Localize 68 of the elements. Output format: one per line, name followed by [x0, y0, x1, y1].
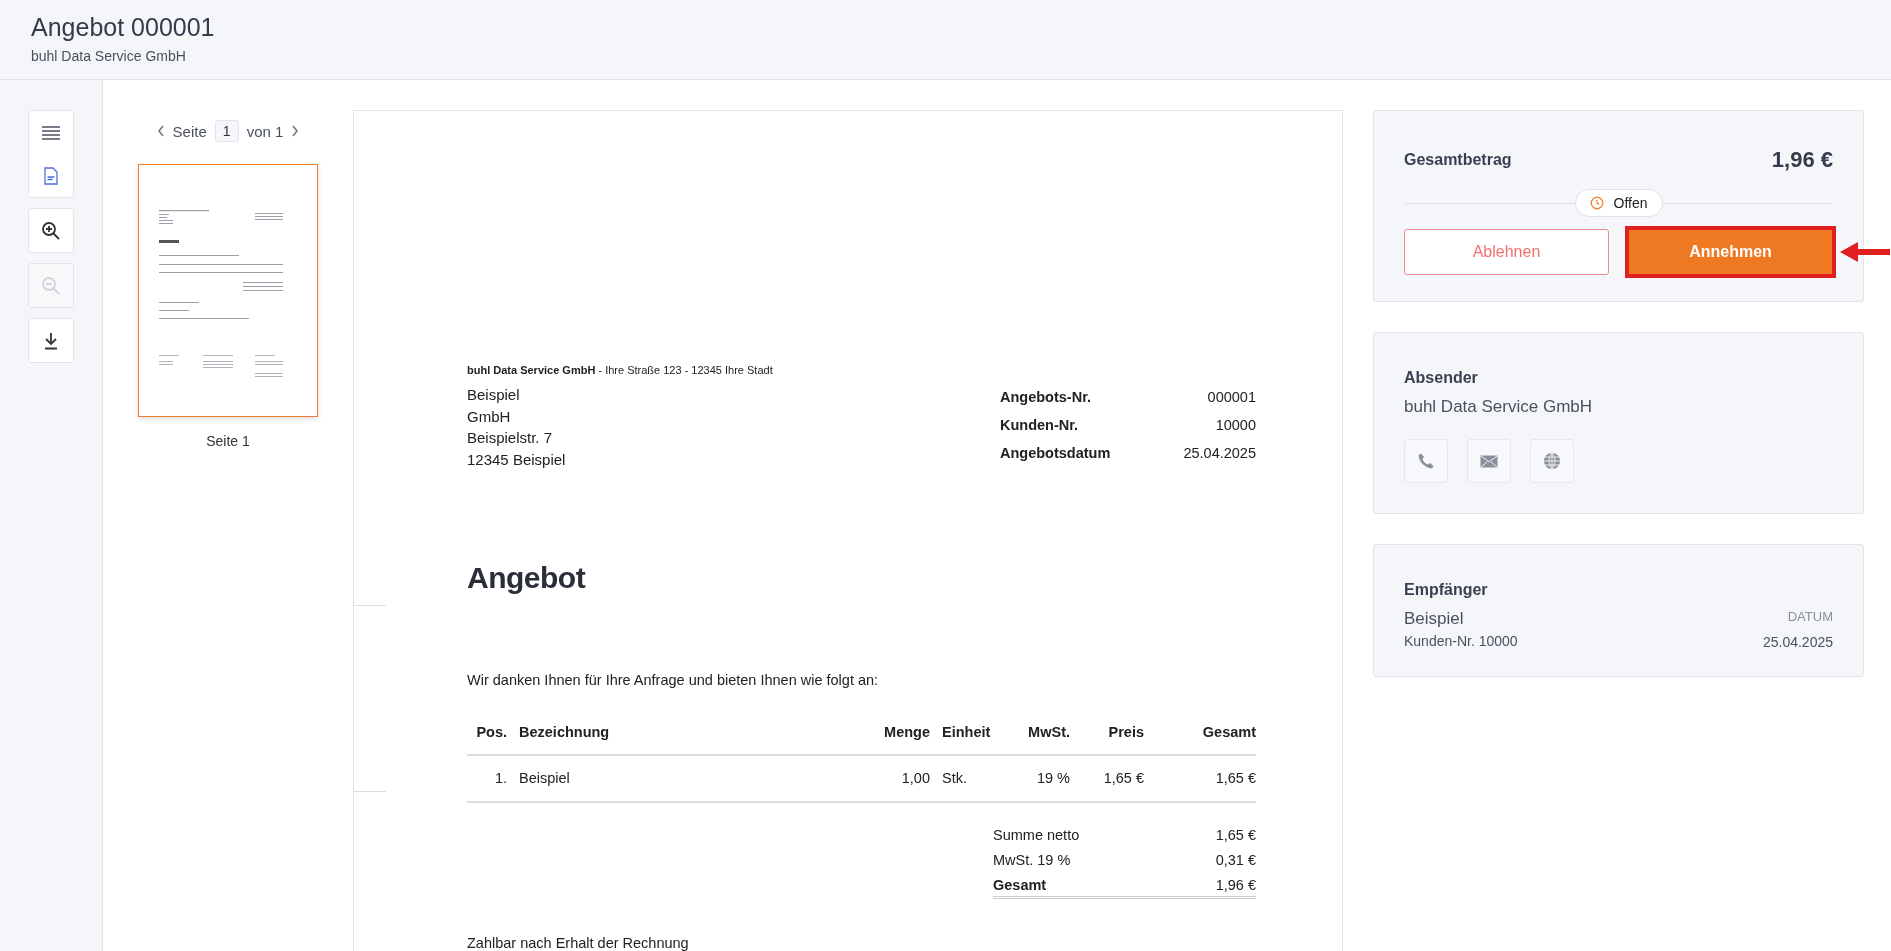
status-badge: Offen	[1574, 189, 1663, 217]
email-button[interactable]	[1467, 439, 1511, 483]
web-button[interactable]	[1530, 439, 1574, 483]
column-header: Bezeichnung	[518, 724, 611, 740]
sender-heading: Absender	[1404, 369, 1479, 387]
column-header: Pos.	[475, 724, 507, 740]
intro-text: Wir danken Ihnen für Ihre Anfrage und bieten Ihnen wie folgt an:	[467, 672, 880, 688]
document-title: Angebot	[467, 560, 587, 596]
meta-value: 25.04.2025	[1183, 444, 1256, 463]
address-line: GmbH	[467, 406, 512, 427]
meta-label: Angebots-Nr.	[1000, 388, 1093, 407]
page-title: Angebot 000001	[31, 12, 216, 42]
pdf-file-icon	[44, 166, 58, 185]
recipient-heading: Empfänger	[1404, 581, 1489, 599]
next-page-icon[interactable]	[291, 125, 300, 137]
table-cell-text: 1,00	[900, 770, 930, 786]
customer-number: Kunden-Nr. 10000	[1404, 633, 1518, 649]
table-cell-text: 1,65 €	[1102, 770, 1144, 786]
page-subtitle: buhl Data Service GmbH	[31, 48, 187, 64]
column-header: Gesamt	[1201, 724, 1256, 740]
zoom-out-icon	[41, 275, 61, 296]
column-header: Preis	[1107, 724, 1144, 740]
address-line: Beispielstr. 7	[467, 428, 554, 448]
table-cell-text: Stk.	[941, 770, 968, 786]
total-amount-label: Gesamtbetrag	[1404, 151, 1512, 169]
total-value: 0,31 €	[1215, 851, 1256, 870]
table-cell-text: Beispiel	[518, 770, 571, 786]
meta-value: 000001	[1206, 388, 1256, 407]
total-value: 1,65 €	[1215, 826, 1256, 845]
sender-name: buhl Data Service GmbH	[1404, 397, 1594, 417]
column-header: Menge	[883, 724, 930, 740]
thumbnail-caption: Seite 1	[206, 433, 250, 449]
annotation-arrow-icon	[1840, 240, 1890, 264]
table-cell-text: 1,65 €	[1214, 770, 1256, 786]
table-cell-text: 19 %	[1035, 770, 1070, 786]
download-icon	[43, 331, 59, 350]
total-label: Gesamt	[993, 876, 1047, 895]
date-value: 25.04.2025	[1762, 634, 1833, 650]
column-header: MwSt.	[1027, 724, 1070, 740]
address-line: Beispiel	[467, 385, 521, 405]
phone-icon	[1417, 452, 1435, 470]
total-amount: 1,96 €	[1771, 147, 1833, 173]
meta-label: Kunden-Nr.	[1000, 416, 1080, 435]
envelope-icon	[1480, 454, 1498, 468]
phone-button[interactable]	[1404, 439, 1448, 483]
previous-page-icon[interactable]	[156, 125, 165, 137]
clock-icon	[1589, 196, 1604, 210]
zoom-in-icon	[41, 220, 61, 241]
total-value: 1,96 €	[1215, 876, 1256, 895]
accept-button[interactable]: Annehmen	[1628, 229, 1833, 275]
page-thumbnail[interactable]	[138, 164, 318, 417]
address-line: 12345 Beispiel	[467, 449, 566, 470]
total-label: Summe netto	[993, 826, 1080, 845]
table-cell-text: 1.	[493, 770, 507, 786]
pager-label: Seite	[172, 122, 207, 140]
pager-total: von 1	[246, 122, 284, 140]
menu-icon	[41, 124, 61, 141]
payment-terms: Zahlbar nach Erhalt der Rechnung	[467, 935, 690, 951]
date-label: DATUM	[1786, 609, 1833, 624]
page-number-field[interactable]: 1	[214, 120, 239, 142]
meta-value: 10000	[1214, 416, 1256, 435]
meta-label: Angebotsdatum	[1000, 444, 1111, 463]
total-label: MwSt. 19 %	[993, 851, 1071, 870]
reject-button[interactable]: Ablehnen	[1404, 229, 1609, 275]
column-header: Einheit	[941, 724, 992, 740]
recipient-name: Beispiel	[1404, 609, 1465, 629]
sender-address-line: buhl Data Service GmbH - Ihre Straße 123 - 12345 Ihre Stadt	[467, 364, 774, 376]
globe-icon	[1543, 452, 1561, 470]
